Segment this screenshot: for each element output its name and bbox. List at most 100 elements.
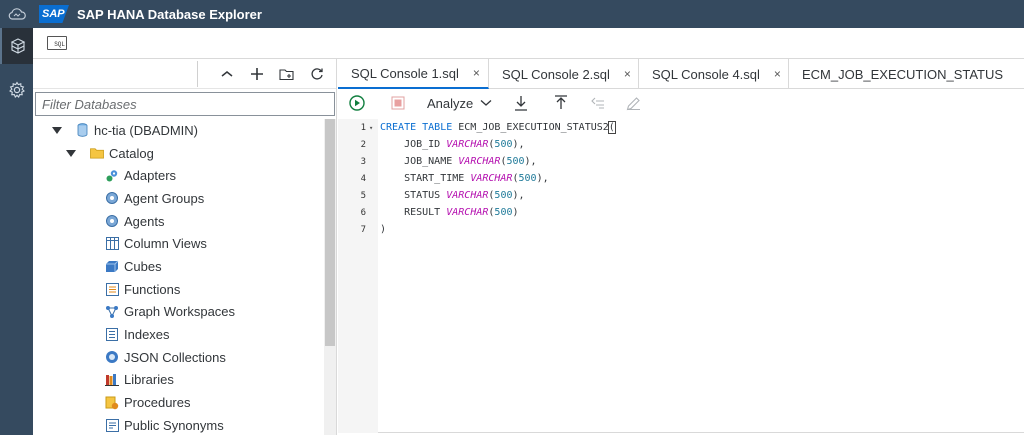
side-navigation (0, 28, 33, 435)
tree-node-label: JSON Collections (124, 349, 226, 365)
code-line[interactable]: 5 STATUS VARCHAR(500), (338, 187, 525, 204)
tree-node-agents[interactable]: Agents (33, 210, 323, 233)
tree-node-label: hc-tia (DBADMIN) (94, 122, 199, 138)
code-token: ECM_JOB_EXECUTION_STATUS2 (452, 122, 609, 133)
code-line[interactable]: 2 JOB_ID VARCHAR(500), (338, 136, 525, 153)
tree-node-graph-workspaces[interactable]: Graph Workspaces (33, 301, 323, 324)
tree-node-label: Procedures (124, 395, 191, 411)
tree-node-catalog[interactable]: Catalog (33, 142, 323, 165)
code-token: ), (536, 173, 549, 184)
code-token: 500 (494, 190, 513, 201)
edit-button[interactable] (626, 92, 641, 114)
code-line[interactable]: 7) (338, 221, 386, 238)
tree-node-functions[interactable]: Functions (33, 278, 323, 301)
code-token: ( (607, 121, 616, 134)
agent-group-icon (105, 191, 119, 205)
code-token: VARCHAR (470, 173, 513, 184)
refresh-button[interactable] (306, 63, 328, 85)
procedure-icon (105, 396, 119, 410)
tree-node-cubes[interactable]: Cubes (33, 255, 323, 278)
tab-sql-console-1[interactable]: SQL Console 1.sql × (338, 59, 489, 89)
close-icon[interactable]: × (774, 67, 781, 81)
tab-label: ECM_JOB_EXECUTION_STATUS (802, 66, 1004, 82)
format-button[interactable] (590, 92, 606, 114)
close-icon[interactable]: × (624, 67, 631, 81)
tree-node-libraries[interactable]: Libraries (33, 369, 323, 392)
code-editor[interactable]: 1 ▾ CREATE TABLE ECM_JOB_EXECUTION_STATUS2… (338, 119, 1024, 433)
cube-icon (105, 259, 119, 273)
tree-node-adapters[interactable]: Adapters (33, 164, 323, 187)
toolbar-separator (197, 60, 198, 87)
tab-label: SQL Console 1.sql (351, 65, 459, 81)
collapse-all-button[interactable] (216, 63, 238, 85)
run-icon (349, 95, 365, 111)
database-panel-toolbar (33, 59, 336, 89)
code-token: 500 (518, 173, 537, 184)
line-number: 7 (360, 224, 366, 235)
open-sql-console-button[interactable]: SQL (47, 36, 67, 50)
code-line[interactable]: 6 RESULT VARCHAR(500) (338, 204, 519, 221)
tab-sql-console-2[interactable]: SQL Console 2.sql × (489, 59, 639, 89)
add-group-button[interactable] (276, 63, 298, 85)
upload-icon (555, 95, 568, 109)
format-icon (591, 97, 605, 109)
analyze-menu-button[interactable]: Analyze (427, 92, 492, 114)
code-token: VARCHAR (458, 156, 501, 167)
database-tree: hc-tia (DBADMIN) Catalog Adapters Agent … (33, 119, 323, 437)
tree-node-indexes[interactable]: Indexes (33, 323, 323, 346)
filter-placeholder: Filter Databases (42, 96, 137, 112)
run-button[interactable] (349, 92, 365, 114)
code-token: RESULT (380, 207, 447, 218)
tab-ecm-job-execution-status[interactable]: ECM_JOB_EXECUTION_STATUS (789, 59, 1024, 89)
close-icon[interactable]: × (473, 66, 480, 80)
graph-icon (105, 305, 119, 319)
code-line[interactable]: 4 START_TIME VARCHAR(500), (338, 170, 549, 187)
tree-node-label: Public Synonyms (124, 417, 224, 433)
plus-icon (251, 67, 263, 80)
shell-header: SAP SAP HANA Database Explorer (0, 0, 1024, 28)
fold-arrow-icon[interactable]: ▾ (366, 124, 378, 132)
code-text: STATUS VARCHAR(500), (378, 190, 525, 201)
code-token: VARCHAR (446, 139, 489, 150)
edit-icon (626, 96, 641, 110)
code-line[interactable]: 3 JOB_NAME VARCHAR(500), (338, 153, 537, 170)
code-text: CREATE TABLE ECM_JOB_EXECUTION_STATUS2( (378, 121, 616, 134)
library-icon (105, 373, 119, 387)
tree-node-database[interactable]: hc-tia (DBADMIN) (33, 119, 323, 142)
code-token: VARCHAR (446, 190, 489, 201)
code-token: ), (512, 139, 525, 150)
settings-icon[interactable] (0, 72, 33, 108)
code-line[interactable]: 1 ▾ CREATE TABLE ECM_JOB_EXECUTION_STATUS2… (338, 119, 616, 136)
line-number: 3 (360, 156, 366, 167)
agent-icon (105, 214, 119, 228)
tree-node-column-views[interactable]: Column Views (33, 232, 323, 255)
tree-scrollbar[interactable] (324, 119, 336, 435)
code-token: ) (512, 207, 519, 218)
stop-button[interactable] (391, 92, 405, 114)
code-text: START_TIME VARCHAR(500), (378, 173, 549, 184)
tree-node-procedures[interactable]: Procedures (33, 391, 323, 414)
cloud-icon[interactable] (0, 0, 33, 28)
sap-logo: SAP (39, 5, 69, 23)
line-number: 4 (360, 173, 366, 184)
code-token: ), (512, 190, 525, 201)
tree-node-label: Indexes (124, 327, 170, 343)
editor-toolbar: Analyze (338, 89, 1024, 117)
expand-triangle-icon[interactable] (52, 126, 62, 134)
tree-node-json-collections[interactable]: JSON Collections (33, 346, 323, 369)
upload-button[interactable] (554, 92, 568, 114)
expand-triangle-icon[interactable] (66, 149, 76, 157)
tree-node-label: Functions (124, 281, 181, 297)
code-token: 500 (506, 156, 525, 167)
download-button[interactable] (514, 92, 528, 114)
json-icon (105, 350, 119, 364)
database-explorer-icon[interactable] (0, 28, 33, 64)
function-icon (105, 282, 119, 296)
tree-node-agent-groups[interactable]: Agent Groups (33, 187, 323, 210)
filter-databases-input[interactable]: Filter Databases (35, 92, 335, 116)
tree-node-public-synonyms[interactable]: Public Synonyms (33, 414, 323, 437)
add-database-button[interactable] (246, 63, 268, 85)
code-token: 500 (494, 207, 513, 218)
tab-sql-console-4[interactable]: SQL Console 4.sql × (639, 59, 789, 89)
scrollbar-thumb[interactable] (325, 119, 335, 346)
